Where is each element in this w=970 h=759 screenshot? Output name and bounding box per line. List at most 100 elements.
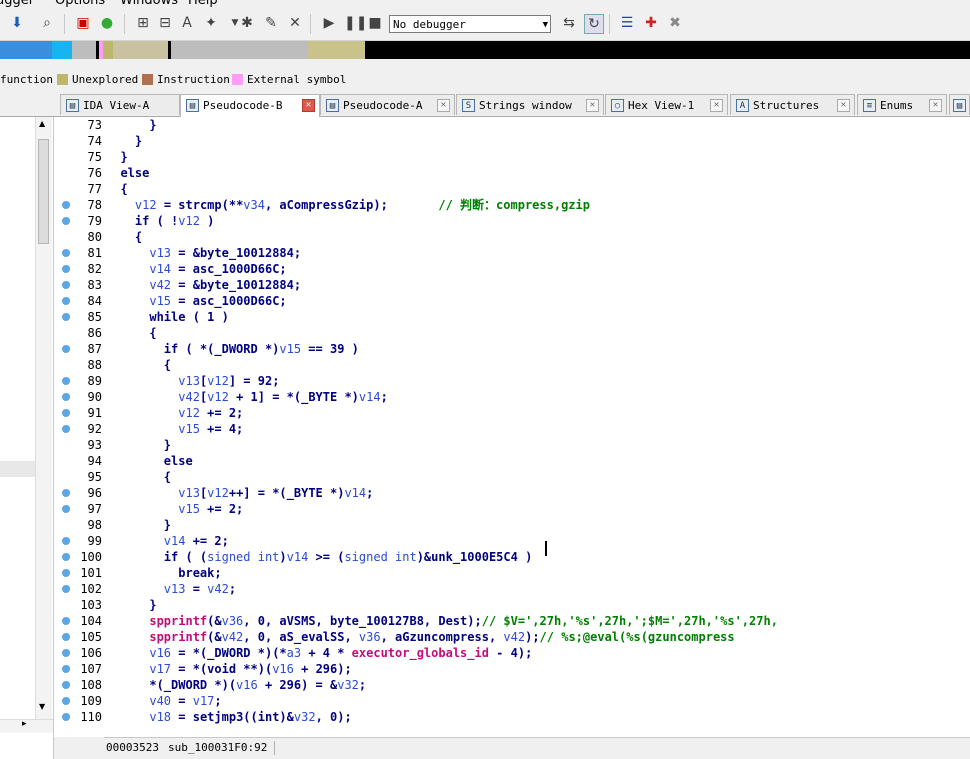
close-icon[interactable]: ✕ [437, 99, 450, 112]
close-icon[interactable]: ✕ [302, 99, 315, 112]
code-line[interactable]: 85 while ( 1 ) [54, 309, 970, 325]
code-line[interactable]: 76 else [54, 165, 970, 181]
navigation-band[interactable] [0, 41, 970, 59]
tab-overflow[interactable]: ▤ [949, 94, 970, 115]
tool-dropdown-icon[interactable]: ✦ [202, 14, 220, 32]
scroll-up-icon[interactable]: ▲ [39, 119, 45, 128]
menu-options[interactable]: Options [55, 0, 105, 8]
pseudocode-view[interactable]: 73 } 74 } 75 } 76 else 77 {78 v12 = strcmp(*… [54, 117, 970, 737]
edit-icon[interactable]: ✎ [262, 14, 280, 32]
stop-icon[interactable]: ■ [366, 14, 384, 32]
play-icon[interactable]: ▶ [320, 14, 338, 32]
code-line[interactable]: 108 *(_DWORD *)(v16 + 296) = &v32; [54, 677, 970, 693]
breakpoint-dot-icon[interactable] [62, 345, 70, 353]
breakpoint-dot-icon[interactable] [62, 425, 70, 433]
code-line[interactable]: 106 v16 = *(_DWORD *)(*a3 + 4 * executor… [54, 645, 970, 661]
tab-pseudocode-a[interactable]: ▤ Pseudocode-A ✕ [320, 94, 455, 115]
code-line[interactable]: 109 v40 = v17; [54, 693, 970, 709]
breakpoint-dot-icon[interactable] [62, 633, 70, 641]
breakpoint-dot-icon[interactable] [62, 617, 70, 625]
breakpoint-dot-icon[interactable] [62, 665, 70, 673]
functions-pane-selection[interactable] [0, 461, 35, 477]
breakpoint-dot-icon[interactable] [62, 505, 70, 513]
code-line[interactable]: 84 v15 = asc_1000D66C; [54, 293, 970, 309]
breakpoint-dot-icon[interactable] [62, 553, 70, 561]
search-icon[interactable]: ⌕ [38, 14, 56, 32]
breakpoint-dot-icon[interactable] [62, 681, 70, 689]
code-line[interactable]: 95 { [54, 469, 970, 485]
tab-hex-view-1[interactable]: ○ Hex View-1 ✕ [605, 94, 728, 115]
breakpoint-dot-icon[interactable] [62, 201, 70, 209]
jump-down-icon[interactable]: ⬇ [8, 14, 26, 32]
close-icon[interactable]: ✕ [929, 99, 942, 112]
code-line[interactable]: 83 v42 = &byte_10012884; [54, 277, 970, 293]
breakpoint-remove-icon[interactable]: ✖ [666, 14, 684, 32]
refresh-icon[interactable]: ↻ [584, 14, 604, 34]
code-line[interactable]: 90 v42[v12 + 1] = *(_BYTE *)v14; [54, 389, 970, 405]
code-line[interactable]: 82 v14 = asc_1000D66C; [54, 261, 970, 277]
breakpoint-dot-icon[interactable] [62, 649, 70, 657]
close-icon[interactable]: ✕ [586, 99, 599, 112]
breakpoint-dot-icon[interactable] [62, 569, 70, 577]
code-line[interactable]: 92 v15 += 4; [54, 421, 970, 437]
code-line[interactable]: 79 if ( !v12 ) [54, 213, 970, 229]
close-icon[interactable]: ✕ [710, 99, 723, 112]
breakpoint-dot-icon[interactable] [62, 697, 70, 705]
breakpoint-dot-icon[interactable] [62, 281, 70, 289]
breakpoint-dot-icon[interactable] [62, 585, 70, 593]
add-icon[interactable]: ⊞ [134, 14, 152, 32]
code-line[interactable]: 74 } [54, 133, 970, 149]
tab-strings-window[interactable]: S Strings window ✕ [456, 94, 604, 115]
close-icon[interactable]: ✕ [837, 99, 850, 112]
breakpoint-dot-icon[interactable] [62, 265, 70, 273]
code-line[interactable]: 103 } [54, 597, 970, 613]
left-scrollbar[interactable]: ▲ ▼ [35, 117, 52, 719]
close-icon[interactable]: ✕ [286, 14, 304, 32]
horizontal-scrollbar[interactable]: ▸ [0, 719, 53, 733]
breakpoint-dot-icon[interactable] [62, 297, 70, 305]
code-line[interactable]: 100 if ( (signed int)v14 >= (signed int)… [54, 549, 970, 565]
breakpoint-dot-icon[interactable] [62, 313, 70, 321]
menu-windows[interactable]: Windows [120, 0, 178, 8]
text-add-icon[interactable]: A [178, 14, 196, 32]
list-icon[interactable]: ☰ [618, 14, 636, 32]
breakpoint-dot-icon[interactable] [62, 217, 70, 225]
code-line[interactable]: 93 } [54, 437, 970, 453]
code-line[interactable]: 107 v17 = *(void **)(v16 + 296); [54, 661, 970, 677]
graph-icon[interactable]: ▣ [74, 14, 92, 32]
breakpoint-dot-icon[interactable] [62, 393, 70, 401]
scroll-down-icon[interactable]: ▼ [39, 702, 45, 711]
code-line[interactable]: 87 if ( *(_DWORD *)v15 == 39 ) [54, 341, 970, 357]
code-line[interactable]: 110 v18 = setjmp3((int)&v32, 0); [54, 709, 970, 725]
breakpoint-dot-icon[interactable] [62, 377, 70, 385]
tab-pseudocode-b[interactable]: ▤ Pseudocode-B ✕ [180, 94, 320, 117]
code-line[interactable]: 99 v14 += 2; [54, 533, 970, 549]
pause-icon[interactable]: ❚❚ [344, 14, 367, 32]
code-line[interactable]: 78 v12 = strcmp(**v34, aCompressGzip); /… [54, 197, 970, 213]
code-line[interactable]: 105 spprintf(&v42, 0, aS_evalSS, v36, aG… [54, 629, 970, 645]
menu-help[interactable]: Help [188, 0, 218, 8]
code-line[interactable]: 102 v13 = v42; [54, 581, 970, 597]
star-icon[interactable]: ✱ [238, 14, 256, 32]
tab-ida-view-a[interactable]: ▤ IDA View-A [60, 94, 180, 115]
debugger-select[interactable]: No debugger ▼ [389, 15, 551, 33]
code-line[interactable]: 88 { [54, 357, 970, 373]
breakpoint-dot-icon[interactable] [62, 489, 70, 497]
code-line[interactable]: 101 break; [54, 565, 970, 581]
code-line[interactable]: 94 else [54, 453, 970, 469]
code-line[interactable]: 91 v12 += 2; [54, 405, 970, 421]
menu-debugger[interactable]: ugger [0, 0, 34, 8]
scroll-right-icon[interactable]: ▸ [22, 719, 27, 729]
breakpoint-dot-icon[interactable] [62, 409, 70, 417]
insert-icon[interactable]: ⊟ [156, 14, 174, 32]
code-line[interactable]: 96 v13[v12++] = *(_BYTE *)v14; [54, 485, 970, 501]
code-line[interactable]: 75 } [54, 149, 970, 165]
breakpoint-add-icon[interactable]: ✚ [642, 14, 660, 32]
breakpoint-dot-icon[interactable] [62, 537, 70, 545]
run-icon[interactable]: ● [98, 14, 116, 32]
attach-icon[interactable]: ⇆ [560, 14, 578, 32]
code-line[interactable]: 86 { [54, 325, 970, 341]
code-line[interactable]: 81 v13 = &byte_10012884; [54, 245, 970, 261]
code-line[interactable]: 104 spprintf(&v36, 0, aVSMS, byte_100127… [54, 613, 970, 629]
code-line[interactable]: 97 v15 += 2; [54, 501, 970, 517]
